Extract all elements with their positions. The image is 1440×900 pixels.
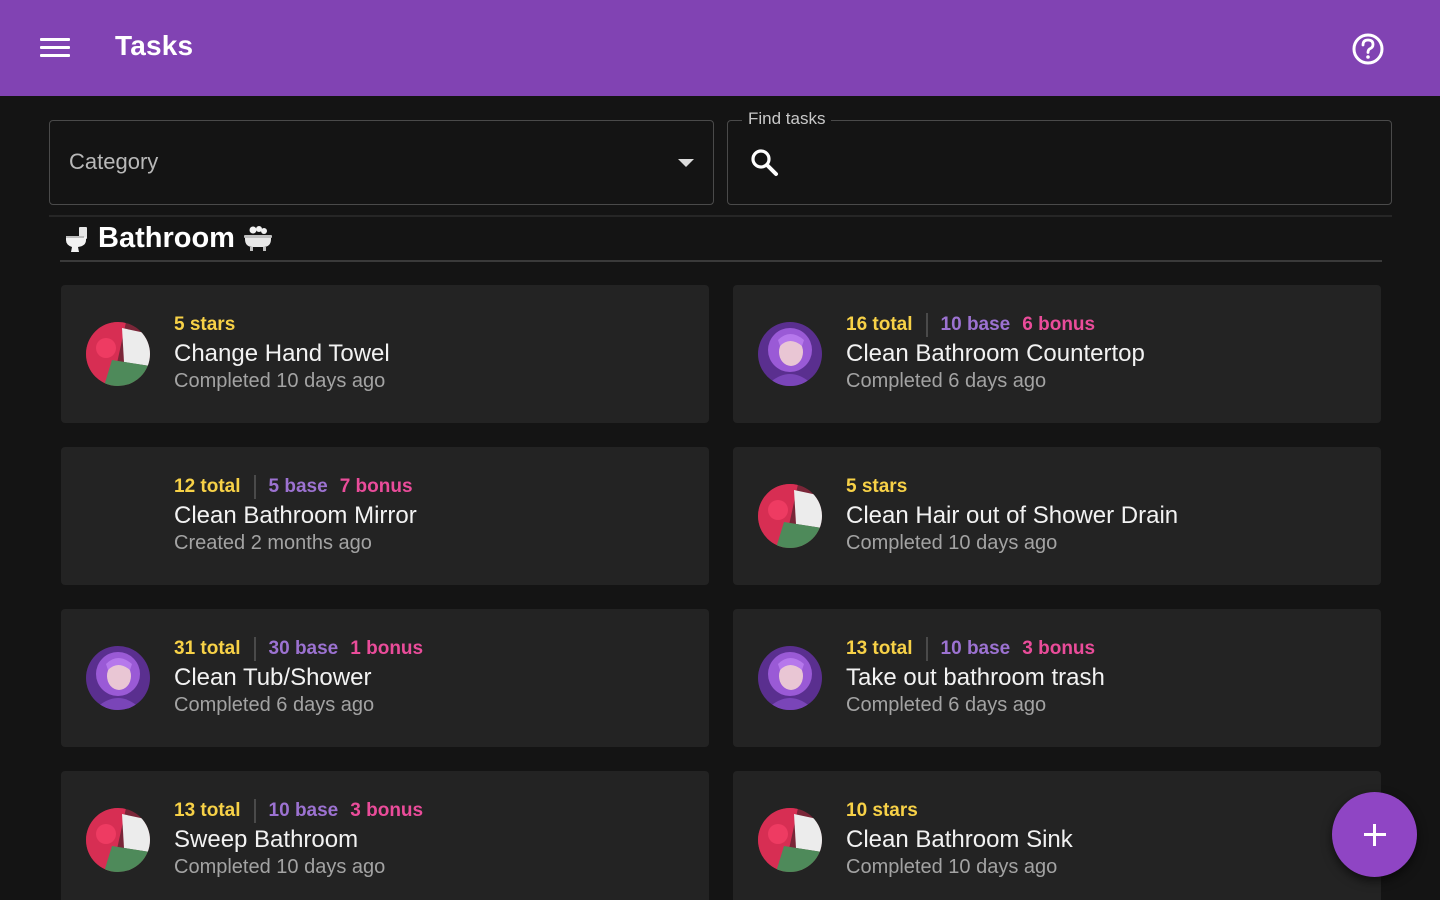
points-separator (925, 313, 928, 337)
task-title: Clean Bathroom Mirror (174, 502, 417, 529)
avatar (86, 322, 150, 386)
avatar (758, 484, 822, 548)
avatar (86, 808, 150, 872)
bonus-points: 7 bonus (339, 476, 413, 497)
task-card[interactable]: 5 stars Clean Hair out of Shower Drain Com… (733, 447, 1381, 585)
base-points: 5 base (268, 476, 328, 497)
points-line: 12 total 5 base 7 bonus (174, 475, 417, 499)
task-title: Take out bathroom trash (846, 664, 1105, 691)
stars-label: 5 stars (846, 476, 908, 497)
total-points: 12 total (174, 476, 241, 497)
base-points: 10 base (940, 638, 1011, 659)
search-icon (748, 146, 782, 180)
add-task-button[interactable] (1332, 792, 1417, 877)
task-card[interactable]: 5 stars Change Hand Towel Completed 10 day… (61, 285, 709, 423)
task-card[interactable]: 31 total 30 base 1 bonus Clean Tub/Shower Co… (61, 609, 709, 747)
task-status: Completed 6 days ago (846, 694, 1047, 716)
points-line: 16 total 10 base 6 bonus (846, 313, 1145, 337)
task-status: Completed 6 days ago (174, 694, 375, 716)
task-card[interactable]: 10 stars Clean Bathroom Sink Completed 10 … (733, 771, 1381, 900)
task-card[interactable]: 13 total 10 base 3 bonus Sweep Bathroom Comp… (61, 771, 709, 900)
base-points: 10 base (940, 314, 1011, 335)
task-info: 10 stars Clean Bathroom Sink Completed 10 … (846, 799, 1073, 879)
total-points: 13 total (846, 638, 913, 659)
task-title: Clean Bathroom Countertop (846, 340, 1145, 367)
task-title: Clean Hair out of Shower Drain (846, 502, 1179, 529)
points-line: 10 stars (846, 799, 1073, 823)
page-title: Tasks (115, 30, 194, 61)
section-header: Bathroom (62, 218, 273, 258)
task-card[interactable]: 16 total 10 base 6 bonus Clean Bathroom Cou… (733, 285, 1381, 423)
task-status: Completed 10 days ago (174, 370, 386, 392)
base-points: 30 base (268, 638, 339, 659)
chevron-down-icon (678, 159, 694, 167)
task-info: 16 total 10 base 6 bonus Clean Bathroom Cou… (846, 313, 1145, 393)
avatar (758, 808, 822, 872)
points-separator (253, 637, 256, 661)
category-select[interactable]: Category (49, 120, 714, 205)
task-info: 31 total 30 base 1 bonus Clean Tub/Shower Co… (174, 637, 423, 717)
bathtub-icon (243, 223, 273, 253)
total-points: 13 total (174, 800, 241, 821)
bonus-points: 6 bonus (1022, 314, 1096, 335)
task-info: 13 total 10 base 3 bonus Sweep Bathroom Comp… (174, 799, 423, 879)
bonus-points: 1 bonus (350, 638, 424, 659)
app-bar: Tasks (0, 0, 1440, 96)
task-status: Completed 10 days ago (846, 532, 1058, 554)
task-info: 5 stars Change Hand Towel Completed 10 day… (174, 313, 390, 393)
section-title: Bathroom (98, 221, 235, 254)
task-info: 5 stars Clean Hair out of Shower Drain Com… (846, 475, 1178, 555)
points-line: 31 total 30 base 1 bonus (174, 637, 423, 661)
search-label: Find tasks (742, 109, 832, 129)
points-line: 5 stars (846, 475, 1178, 499)
stars-label: 5 stars (174, 314, 236, 335)
total-points: 16 total (846, 314, 913, 335)
menu-icon[interactable] (30, 28, 78, 68)
total-points: 31 total (174, 638, 241, 659)
task-card[interactable]: 13 total 10 base 3 bonus Take out bathroom … (733, 609, 1381, 747)
points-line: 5 stars (174, 313, 390, 337)
bonus-points: 3 bonus (350, 800, 424, 821)
task-card[interactable]: 12 total 5 base 7 bonus Clean Bathroom Mirr… (61, 447, 709, 585)
toilet-icon (62, 223, 92, 253)
section-divider (60, 260, 1382, 262)
category-placeholder: Category (69, 149, 159, 174)
task-title: Clean Tub/Shower (174, 664, 372, 691)
avatar (758, 646, 822, 710)
task-status: Completed 10 days ago (846, 856, 1058, 878)
task-status: Created 2 months ago (174, 532, 372, 554)
points-separator (253, 475, 256, 499)
find-tasks-field[interactable]: Find tasks (727, 109, 1392, 205)
task-info: 12 total 5 base 7 bonus Clean Bathroom Mirr… (174, 475, 417, 555)
divider (49, 215, 1392, 217)
task-title: Sweep Bathroom (174, 826, 359, 853)
points-line: 13 total 10 base 3 bonus (846, 637, 1105, 661)
bonus-points: 3 bonus (1022, 638, 1096, 659)
task-title: Clean Bathroom Sink (846, 826, 1073, 853)
task-status: Completed 10 days ago (174, 856, 386, 878)
base-points: 10 base (268, 800, 339, 821)
avatar (758, 322, 822, 386)
points-separator (925, 637, 928, 661)
task-title: Change Hand Towel (174, 340, 390, 367)
task-status: Completed 6 days ago (846, 370, 1047, 392)
points-separator (253, 799, 256, 823)
help-circle-icon[interactable] (1343, 24, 1393, 74)
task-info: 13 total 10 base 3 bonus Take out bathroom … (846, 637, 1105, 717)
search-input[interactable] (794, 141, 1374, 185)
stars-label: 10 stars (846, 800, 918, 821)
points-line: 13 total 10 base 3 bonus (174, 799, 423, 823)
avatar (86, 646, 150, 710)
